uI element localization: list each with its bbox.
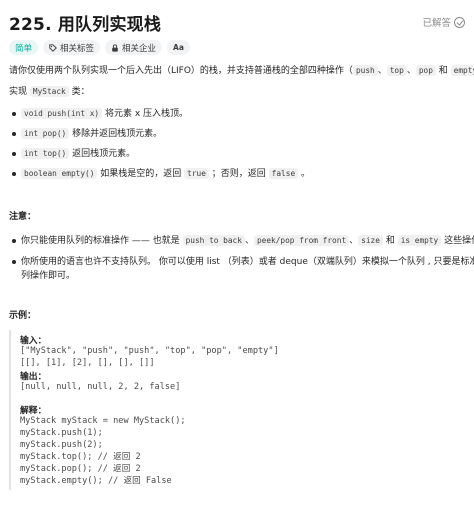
explain-line: myStack.push(1); xyxy=(20,428,103,438)
note-item-continued: 列操作即可。 xyxy=(21,269,75,283)
problem-header: 225. 用队列实现栈 已解答 xyxy=(9,9,465,35)
implement-suffix: 类： xyxy=(68,87,90,97)
difficulty-label: 简单 xyxy=(15,43,33,54)
intro-paragraph: 请你仅使用两个队列实现一个后入先出（LIFO）的栈，并支持普通栈的全部四种操作（… xyxy=(9,64,474,78)
code-push: push xyxy=(352,65,378,76)
and-text: 和 xyxy=(382,236,398,246)
explain-line: myStack.empty(); // 返回 False xyxy=(20,476,172,486)
code-mystack: MyStack xyxy=(29,86,69,97)
tag-bar: 简单 相关标签 相关企业 Aa xyxy=(9,40,190,55)
font-toggle-icon: Aa xyxy=(173,43,184,52)
bullet xyxy=(12,112,16,116)
sep: 、 xyxy=(406,66,416,76)
code-peek-pop: peek/pop from front xyxy=(253,235,350,246)
note-text: 这些操作。 xyxy=(444,236,474,246)
method-text: ；否则，返回 xyxy=(208,169,269,179)
solved-status: 已解答 xyxy=(422,15,465,29)
code-is-empty: is empty xyxy=(397,235,442,246)
note-text: 你所使用的语言也许不支持队列。 你可以使用 list （列表）或者 deque（… xyxy=(21,257,474,267)
explain-line: MyStack myStack = new MyStack(); xyxy=(20,416,186,426)
method-code: int top() xyxy=(21,148,70,159)
intro-text: 请你仅使用两个队列实现一个后入先出（LIFO）的栈，并支持普通栈的全部四种操作（ xyxy=(9,66,353,76)
difficulty-badge: 简单 xyxy=(9,40,39,55)
code-false: false xyxy=(268,168,299,179)
method-code: void push(int x) xyxy=(21,108,103,119)
method-code: int pop() xyxy=(21,128,70,139)
code-empty: empty xyxy=(450,65,474,76)
bullet xyxy=(12,172,16,176)
related-tags-label: 相关标签 xyxy=(60,43,95,54)
input-line-1: ["MyStack", "push", "push", "top", "pop"… xyxy=(20,346,279,356)
code-pop: pop xyxy=(415,65,436,76)
sep: 、 xyxy=(377,66,387,76)
solved-label: 已解答 xyxy=(422,18,451,29)
font-size-button[interactable]: Aa xyxy=(167,40,190,55)
input-line-2: [[], [1], [2], [], [], []] xyxy=(20,358,155,368)
bullet xyxy=(12,260,16,264)
tag-icon xyxy=(49,43,57,52)
and-text: 和 xyxy=(435,66,451,76)
problem-title[interactable]: 225. 用队列实现栈 xyxy=(9,10,161,35)
method-text: 返回栈顶元素。 xyxy=(69,149,136,159)
related-tags-button[interactable]: 相关标签 xyxy=(43,40,101,55)
check-circle-icon xyxy=(454,16,465,28)
code-size: size xyxy=(358,235,383,246)
notes-heading: 注意： xyxy=(9,212,37,222)
related-companies-label: 相关企业 xyxy=(122,43,157,54)
related-companies-button[interactable]: 相关企业 xyxy=(105,40,163,55)
note-item: 你所使用的语言也许不支持队列。 你可以使用 list （列表）或者 deque（… xyxy=(21,255,474,269)
method-item: int top() 返回栈顶元素。 xyxy=(21,147,135,161)
bullet xyxy=(12,239,16,243)
explain-line: myStack.push(2); xyxy=(20,440,103,450)
explain-line: myStack.top(); // 返回 2 xyxy=(20,452,141,462)
bullet xyxy=(12,132,16,136)
note-text: 你只能使用队列的标准操作 —— 也就是 xyxy=(21,236,183,246)
note-item: 你只能使用队列的标准操作 —— 也就是 push to back、 peek/po… xyxy=(21,234,474,248)
method-text: 如果栈是空的，返回 xyxy=(97,169,185,179)
example-left-border xyxy=(9,330,11,490)
note-text: 列操作即可。 xyxy=(21,271,76,281)
method-item: int pop() 移除并返回栈顶元素。 xyxy=(21,127,162,141)
output-line: [null, null, null, 2, 2, false] xyxy=(20,382,181,392)
code-push-to-back: push to back xyxy=(182,235,245,246)
method-code: boolean empty() xyxy=(21,168,98,179)
example-heading: 示例： xyxy=(9,311,37,321)
method-text: 将元素 x 压入栈顶。 xyxy=(102,109,189,119)
method-text: 移除并返回栈顶元素。 xyxy=(69,129,163,139)
sep: 、 xyxy=(244,236,254,246)
implement-prefix: 实现 xyxy=(9,87,30,97)
lock-icon xyxy=(112,43,118,52)
code-true: true xyxy=(184,168,209,179)
code-top: top xyxy=(386,65,407,76)
method-item: void push(int x) 将元素 x 压入栈顶。 xyxy=(21,107,188,121)
bullet xyxy=(12,152,16,156)
method-item: boolean empty() 如果栈是空的，返回 true ；否则，返回 fa… xyxy=(21,167,310,181)
explain-line: myStack.pop(); // 返回 2 xyxy=(20,464,141,474)
sep: 、 xyxy=(349,236,359,246)
method-text: 。 xyxy=(298,169,311,179)
implement-paragraph: 实现 MyStack 类： xyxy=(9,85,90,99)
